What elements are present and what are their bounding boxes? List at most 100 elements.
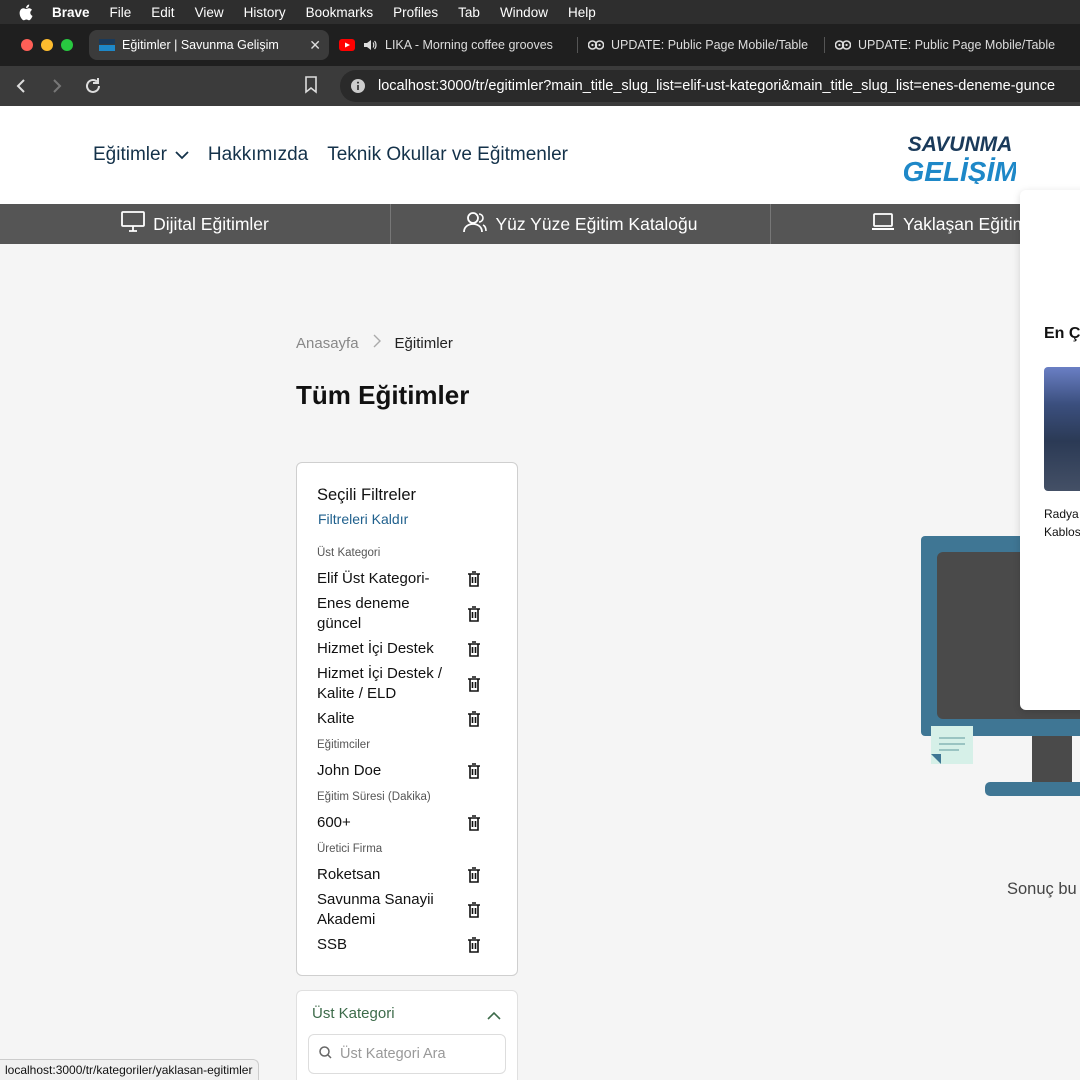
laptop-icon — [871, 212, 895, 237]
filter-item-label: SSB — [317, 936, 348, 953]
cat-label: Yüz Yüze Eğitim Kataloğu — [495, 213, 698, 234]
maximize-window-button[interactable] — [61, 39, 73, 51]
youtube-icon — [339, 37, 355, 53]
menu-edit[interactable]: Edit — [151, 5, 174, 20]
search-placeholder: Üst Kategori Ara — [340, 1046, 446, 1062]
tab-title: LIKA - Morning coffee grooves — [385, 38, 553, 52]
site-info-icon[interactable] — [350, 78, 366, 94]
filter-group-label: Eğitim Süresi (Dakika) — [317, 791, 431, 803]
trash-icon[interactable] — [467, 763, 481, 779]
trash-icon[interactable] — [467, 902, 481, 918]
popular-courses-popup: En Ç Radya Kablos — [1020, 190, 1080, 710]
filter-item: Kalite — [317, 709, 507, 729]
chevron-right-icon — [373, 334, 381, 353]
menu-app-name[interactable]: Brave — [52, 5, 90, 20]
clear-filters-link[interactable]: Filtreleri Kaldır — [318, 511, 408, 527]
tab-update-2[interactable]: UPDATE: Public Page Mobile/Table — [825, 30, 1065, 60]
minimize-window-button[interactable] — [41, 39, 53, 51]
category-bar: Dijital Eğitimler Yüz Yüze Eğitim Katalo… — [0, 204, 1080, 244]
trash-icon[interactable] — [467, 815, 481, 831]
trash-icon[interactable] — [467, 641, 481, 657]
filter-item: SSB — [317, 935, 507, 955]
no-results-text: Sonuç bu — [1007, 880, 1077, 898]
forward-button[interactable] — [42, 71, 72, 101]
menu-view[interactable]: View — [195, 5, 224, 20]
filter-item: Hizmet İçi Destek / Kalite / ELD — [317, 664, 507, 704]
address-bar[interactable]: localhost:3000/tr/egitimler?main_title_s… — [340, 70, 1080, 102]
breadcrumb-current: Eğitimler — [394, 335, 453, 352]
tab-close-icon[interactable]: ✕ — [309, 37, 321, 54]
site-header: Eğitimler Hakkımızda Teknik Okullar ve E… — [0, 106, 1080, 204]
web-page: Eğitimler Hakkımızda Teknik Okullar ve E… — [0, 106, 1080, 1080]
filter-item-label: Hizmet İçi Destek — [317, 640, 434, 657]
tab-egitimler[interactable]: Eğitimler | Savunma Gelişim ✕ — [89, 30, 329, 60]
category-search-input[interactable]: Üst Kategori Ara — [308, 1034, 506, 1074]
filter-group-label: Eğitimciler — [317, 739, 371, 751]
category-filter-title[interactable]: Üst Kategori — [312, 1005, 395, 1022]
cat-label: Dijital Eğitimler — [153, 213, 269, 234]
search-icon — [319, 1045, 332, 1063]
course-title-line: Radya — [1044, 507, 1079, 521]
tab-youtube-lika[interactable]: LIKA - Morning coffee grooves — [329, 30, 577, 60]
trash-icon[interactable] — [467, 937, 481, 953]
trash-icon[interactable] — [467, 676, 481, 692]
breadcrumb: Anasayfa Eğitimler — [296, 334, 453, 353]
github-copilot-icon — [588, 37, 604, 53]
cat-label: Yaklaşan Eğitim — [903, 213, 1028, 234]
nav-link-teknik-okullar[interactable]: Teknik Okullar ve Eğitmenler — [327, 144, 568, 166]
filter-item: Enes deneme güncel — [317, 594, 507, 634]
nav-link-egitimler: Eğitimler — [93, 144, 167, 165]
breadcrumb-home[interactable]: Anasayfa — [296, 335, 359, 352]
trash-icon[interactable] — [467, 606, 481, 622]
menu-help[interactable]: Help — [568, 5, 596, 20]
filter-item-label: John Doe — [317, 762, 382, 779]
menu-tab[interactable]: Tab — [458, 5, 480, 20]
nav-link-hakkimizda[interactable]: Hakkımızda — [208, 144, 308, 166]
menu-profiles[interactable]: Profiles — [393, 5, 438, 20]
course-title-line: Kablos — [1044, 525, 1080, 539]
menu-history[interactable]: History — [244, 5, 286, 20]
filter-item: 600+ — [317, 813, 507, 833]
trash-icon[interactable] — [467, 711, 481, 727]
tab-update-1[interactable]: UPDATE: Public Page Mobile/Table — [578, 30, 824, 60]
selected-filters-title: Seçili Filtreler — [317, 486, 417, 504]
url-text: localhost:3000/tr/egitimler?main_title_s… — [378, 78, 1056, 94]
course-title[interactable]: Radya Kablos — [1044, 505, 1080, 541]
tab-title: Eğitimler | Savunma Gelişim — [122, 38, 279, 52]
browser-tab-strip: Eğitimler | Savunma Gelişim ✕ LIKA - Mor… — [0, 24, 1080, 66]
browser-toolbar: localhost:3000/tr/egitimler?main_title_s… — [0, 66, 1080, 106]
cat-yuz-yuze[interactable]: Yüz Yüze Eğitim Kataloğu — [391, 204, 771, 244]
reload-button[interactable] — [78, 71, 108, 101]
filter-group-label: Üst Kategori — [317, 547, 381, 559]
filter-item-label: Kalite — [317, 710, 355, 727]
github-copilot-icon — [835, 37, 851, 53]
filter-item-label: 600+ — [317, 814, 351, 831]
filter-item: John Doe — [317, 761, 507, 781]
apple-icon[interactable] — [18, 4, 38, 21]
filter-item-label: Roketsan — [317, 866, 381, 883]
savunma-favicon-icon — [99, 37, 115, 53]
filter-item: Elif Üst Kategori- — [317, 569, 507, 589]
bookmark-icon[interactable] — [304, 76, 318, 99]
filter-item-label: Savunma Sanayii Akademi — [317, 891, 434, 928]
menu-file[interactable]: File — [110, 5, 132, 20]
cat-dijital-egitimler[interactable]: Dijital Eğitimler — [0, 204, 391, 244]
filter-item-label: Elif Üst Kategori- — [317, 570, 430, 587]
close-window-button[interactable] — [21, 39, 33, 51]
logo-text-bottom: GELİŞİM — [904, 156, 1016, 184]
back-button[interactable] — [6, 71, 36, 101]
tab-title: UPDATE: Public Page Mobile/Table — [858, 38, 1056, 52]
menu-bookmarks[interactable]: Bookmarks — [306, 5, 374, 20]
trash-icon[interactable] — [467, 867, 481, 883]
course-thumbnail[interactable] — [1044, 367, 1080, 491]
nav-egitimler-dropdown[interactable]: Eğitimler — [93, 144, 189, 166]
chevron-down-icon — [175, 144, 189, 166]
chevron-up-icon[interactable] — [487, 1007, 501, 1025]
speaker-icon[interactable] — [362, 37, 378, 53]
macos-menu-bar: Brave File Edit View History Bookmarks P… — [0, 0, 1080, 24]
savunma-gelisim-logo[interactable]: SAVUNMA GELİŞİM — [902, 128, 1018, 187]
filter-item-label: Hizmet İçi Destek / Kalite / ELD — [317, 665, 443, 702]
menu-window[interactable]: Window — [500, 5, 548, 20]
users-icon — [463, 211, 488, 238]
trash-icon[interactable] — [467, 571, 481, 587]
